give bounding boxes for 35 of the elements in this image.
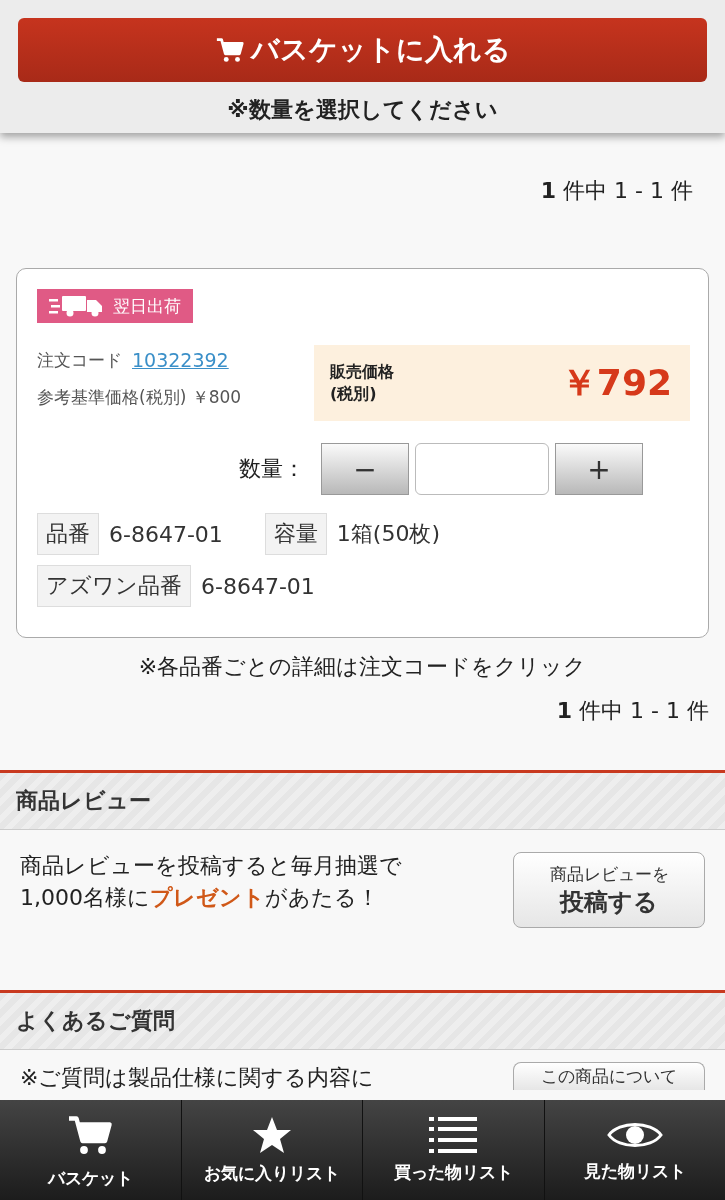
section-text: ※ご質問は製品仕様に関する内容に: [20, 1064, 375, 1092]
section-title: よくあるご質問: [16, 1007, 175, 1035]
quantity-field[interactable]: [415, 443, 549, 495]
section-text: 商品レビューを投稿すると毎月抽選で 1,000名様にプレゼントがあたる！: [20, 852, 402, 912]
tab-bar-item[interactable]: 買った物リスト: [362, 1100, 544, 1200]
spec-value: 6-8647-01: [201, 573, 315, 599]
tab-bar-item[interactable]: 見た物リスト: [543, 1100, 725, 1200]
result-count: 1 件中 1 - 1 件: [539, 177, 694, 205]
reference-price: 参考基準価格(税別) ￥800: [37, 386, 242, 409]
spec-value: 1箱(50枚): [336, 520, 441, 548]
next-day-badge: 翌日出荷: [37, 289, 193, 323]
result-count: 1 件中 1 - 1 件: [555, 697, 710, 725]
cart-icon: [214, 35, 245, 65]
add-to-basket-button[interactable]: バスケットに入れる: [18, 18, 707, 82]
quantity-label: 数量：: [239, 455, 305, 483]
decrease-button[interactable]: −: [321, 443, 409, 495]
tab-bar-item[interactable]: バスケット: [0, 1100, 181, 1200]
section-button[interactable]: この商品について: [513, 1062, 705, 1090]
section-button[interactable]: 商品レビューを 投稿する: [513, 852, 705, 928]
spec-label: 品番: [37, 513, 99, 555]
increase-button[interactable]: +: [555, 443, 643, 495]
spec-label: アズワン品番: [37, 565, 191, 607]
order-code-label: 注文コード: [37, 349, 122, 372]
spec-label: 容量: [264, 513, 327, 555]
spec-value: 6-8647-01: [109, 521, 223, 547]
order-code-link[interactable]: 10322392: [132, 349, 229, 372]
tab-bar-item[interactable]: お気に入りリスト: [180, 1100, 362, 1200]
sale-price-label: 販売価格 (税別): [330, 361, 394, 405]
section-title: 商品レビュー: [16, 787, 151, 815]
star-icon: [251, 1115, 292, 1154]
detail-note: ※各品番ごとの詳細は注文コードをクリック: [137, 653, 588, 681]
truck-icon: [49, 295, 105, 317]
quantity-notice: ※数量を選択してください: [227, 96, 498, 124]
list-icon: [429, 1116, 478, 1153]
sale-price: ￥792: [560, 360, 672, 405]
